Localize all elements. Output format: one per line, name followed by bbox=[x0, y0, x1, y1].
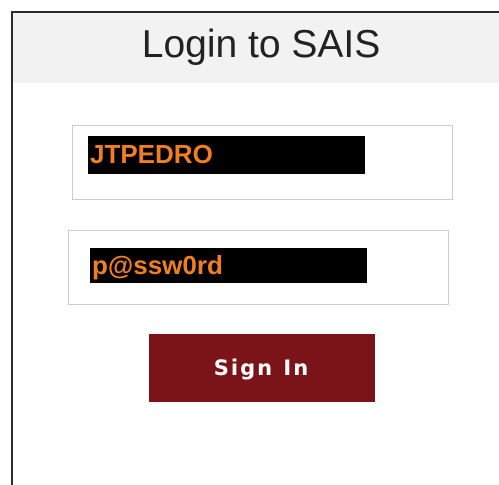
login-header: Login to SAIS bbox=[13, 13, 499, 83]
page-title: Login to SAIS bbox=[141, 23, 381, 66]
password-value[interactable]: p@ssw0rd bbox=[90, 248, 367, 283]
username-field[interactable]: JTPEDRO bbox=[72, 125, 453, 200]
login-panel: Login to SAIS JTPEDRO p@ssw0rd Sign In bbox=[11, 11, 499, 485]
password-field[interactable]: p@ssw0rd bbox=[68, 230, 449, 305]
username-value[interactable]: JTPEDRO bbox=[88, 136, 365, 174]
sign-in-button[interactable]: Sign In bbox=[149, 334, 375, 402]
